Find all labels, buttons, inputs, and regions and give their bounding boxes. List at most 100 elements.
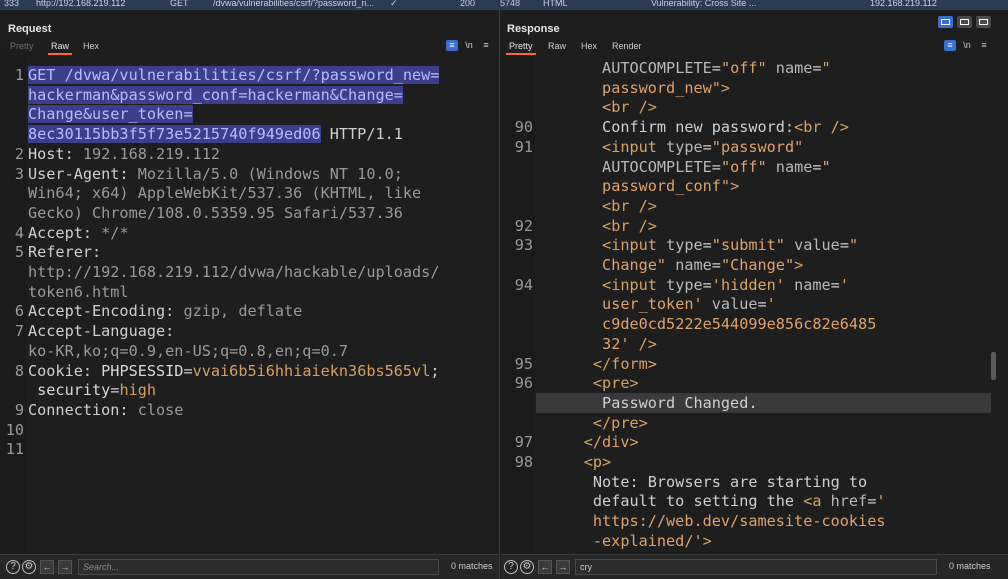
code-token: Cookie: — [28, 361, 102, 380]
code-token: > — [794, 256, 804, 274]
code-token: close — [137, 400, 184, 419]
line-number: 5 — [14, 243, 24, 262]
line-number: 96 — [514, 374, 533, 393]
code-line: Accept: */* — [28, 223, 129, 243]
request-tab-raw[interactable]: Raw — [47, 41, 73, 55]
format-icon[interactable]: ≡ — [446, 40, 458, 51]
history-num: 333 — [4, 0, 20, 8]
response-tab-hex[interactable]: Hex — [581, 41, 597, 51]
code-token: = — [183, 361, 193, 380]
newline-icon[interactable]: \n — [961, 40, 973, 51]
code-token: ; — [430, 361, 440, 380]
prev-arrow-icon[interactable]: ← — [40, 560, 54, 574]
code-token: -explained/' — [592, 531, 703, 550]
format-icon[interactable]: ≡ — [944, 40, 956, 51]
code-line: hackerman&password_conf=hackerman&Change… — [28, 85, 403, 105]
code-token: GET /dvwa/vulnerabilities/csrf/?password… — [28, 66, 440, 84]
code-token: = — [702, 236, 712, 255]
code-token: > — [702, 531, 712, 550]
code-token: https://web.dev/samesite-cookies — [592, 512, 886, 531]
code-line: password_conf"> — [602, 176, 739, 196]
request-tab-pretty[interactable]: Pretty — [10, 41, 34, 51]
code-token: high — [119, 381, 157, 400]
code-line: 8ec30115bb3f5f73e5215740f949ed06 HTTP/1.… — [28, 124, 403, 144]
request-editor[interactable]: 1 GET /dvwa/vulnerabilities/csrf/?passwor… — [0, 55, 499, 554]
response-tools: ≡ \n ≡ — [944, 40, 1000, 52]
code-token: <br /> — [602, 196, 657, 215]
code-line: Accept-Encoding: gzip, deflate — [28, 301, 302, 321]
code-token: = — [812, 157, 822, 176]
response-tab-raw[interactable]: Raw — [548, 41, 566, 51]
layout-side-by-side-icon[interactable] — [938, 16, 953, 28]
code-token: vvai6b5i6hhiaiekn36bs565vl — [192, 361, 431, 380]
history-ip: 192.168.219.112 — [870, 0, 937, 8]
code-token: "password" — [711, 137, 804, 156]
code-token: = — [839, 236, 849, 255]
menu-icon[interactable]: ≡ — [480, 40, 492, 51]
code-line: Host: 192.168.219.112 — [28, 144, 220, 164]
code-line: 32' /> — [602, 334, 657, 354]
code-token: HTTP/1.1 — [320, 125, 403, 144]
code-token: "off" — [720, 59, 767, 77]
history-length: 5748 — [500, 0, 521, 8]
code-token: Host: — [28, 144, 83, 163]
newline-icon[interactable]: \n — [463, 40, 475, 51]
response-search-input[interactable] — [575, 559, 937, 575]
line-number: 8 — [14, 361, 24, 380]
code-token: hackerman&password_conf=hackerman&Change… — [28, 85, 403, 104]
code-line: </div> — [584, 432, 639, 452]
code-line: Change&user_token= — [28, 104, 193, 124]
code-token: = — [830, 275, 840, 294]
code-line: Note: Browsers are starting to — [593, 472, 867, 492]
code-line: GET /dvwa/vulnerabilities/csrf/?password… — [28, 65, 440, 85]
code-token: <br /> — [602, 216, 657, 235]
history-row[interactable]: 333 http://192.168.219.112 GET /dvwa/vul… — [0, 0, 1008, 10]
code-line: Cookie: PHPSESSID=vvai6b5i6hhiaiekn36bs5… — [28, 361, 440, 381]
request-search-input[interactable] — [78, 559, 439, 575]
layout-stacked-icon[interactable] — [957, 16, 972, 28]
code-token: name — [784, 275, 831, 294]
layout-tabs-icon[interactable] — [976, 16, 991, 28]
code-line: Win64; x64) AppleWebKit/537.36 (KHTML, l… — [28, 183, 421, 203]
layout-buttons — [938, 16, 998, 29]
code-token: AUTOCOMPLETE — [602, 59, 712, 77]
line-number: 4 — [14, 223, 24, 242]
help-icon[interactable]: ? — [504, 560, 518, 574]
response-editor[interactable]: AUTOCOMPLETE="off" name=" password_new"> <… — [501, 55, 1008, 554]
code-token: "off" — [720, 157, 767, 176]
settings-gear-icon[interactable]: ⚙ — [22, 560, 36, 574]
code-token: Mozilla/5.0 (Windows NT 10.0; — [137, 164, 403, 183]
prev-arrow-icon[interactable]: ← — [538, 560, 552, 574]
next-arrow-icon[interactable]: → — [58, 560, 72, 574]
next-arrow-icon[interactable]: → — [556, 560, 570, 574]
code-token: Accept-Language: — [28, 322, 175, 341]
response-scrollbar[interactable] — [991, 352, 996, 380]
code-token: 'hidden' — [711, 275, 785, 294]
response-tab-pretty[interactable]: Pretty — [506, 41, 535, 55]
menu-icon[interactable]: ≡ — [978, 40, 990, 51]
history-method: GET — [170, 0, 189, 8]
code-token: = — [711, 59, 721, 77]
code-token: " — [821, 59, 831, 77]
code-token: Change" — [602, 256, 667, 274]
line-number: 3 — [14, 164, 24, 183]
code-line: ko-KR,ko;q=0.9,en-US;q=0.8,en;q=0.7 — [28, 341, 348, 361]
code-line: default to setting the <a href=' — [593, 491, 886, 511]
settings-gear-icon[interactable]: ⚙ — [520, 560, 534, 574]
code-token: "submit" — [711, 236, 785, 255]
help-icon[interactable]: ? — [6, 560, 20, 574]
request-title: Request — [8, 23, 52, 35]
code-line: Gecko) Chrome/108.0.5359.95 Safari/537.3… — [28, 203, 403, 223]
response-title: Response — [507, 23, 560, 35]
code-token: " — [821, 157, 831, 176]
line-number: 94 — [514, 275, 533, 294]
history-mime: HTML — [543, 0, 568, 8]
code-token: type — [656, 236, 703, 255]
code-line: c9de0cd5222e544099e856c82e6485 — [602, 314, 876, 334]
code-token: ko-KR,ko;q=0.9,en-US;q=0.8,en;q=0.7 — [28, 341, 349, 360]
request-search-bar: ? ⚙ ← → 0 matches — [0, 554, 499, 579]
request-tab-hex[interactable]: Hex — [83, 41, 99, 51]
response-tab-render[interactable]: Render — [612, 41, 642, 51]
line-number: 91 — [514, 137, 533, 156]
code-line: AUTOCOMPLETE="off" name=" — [602, 157, 831, 177]
